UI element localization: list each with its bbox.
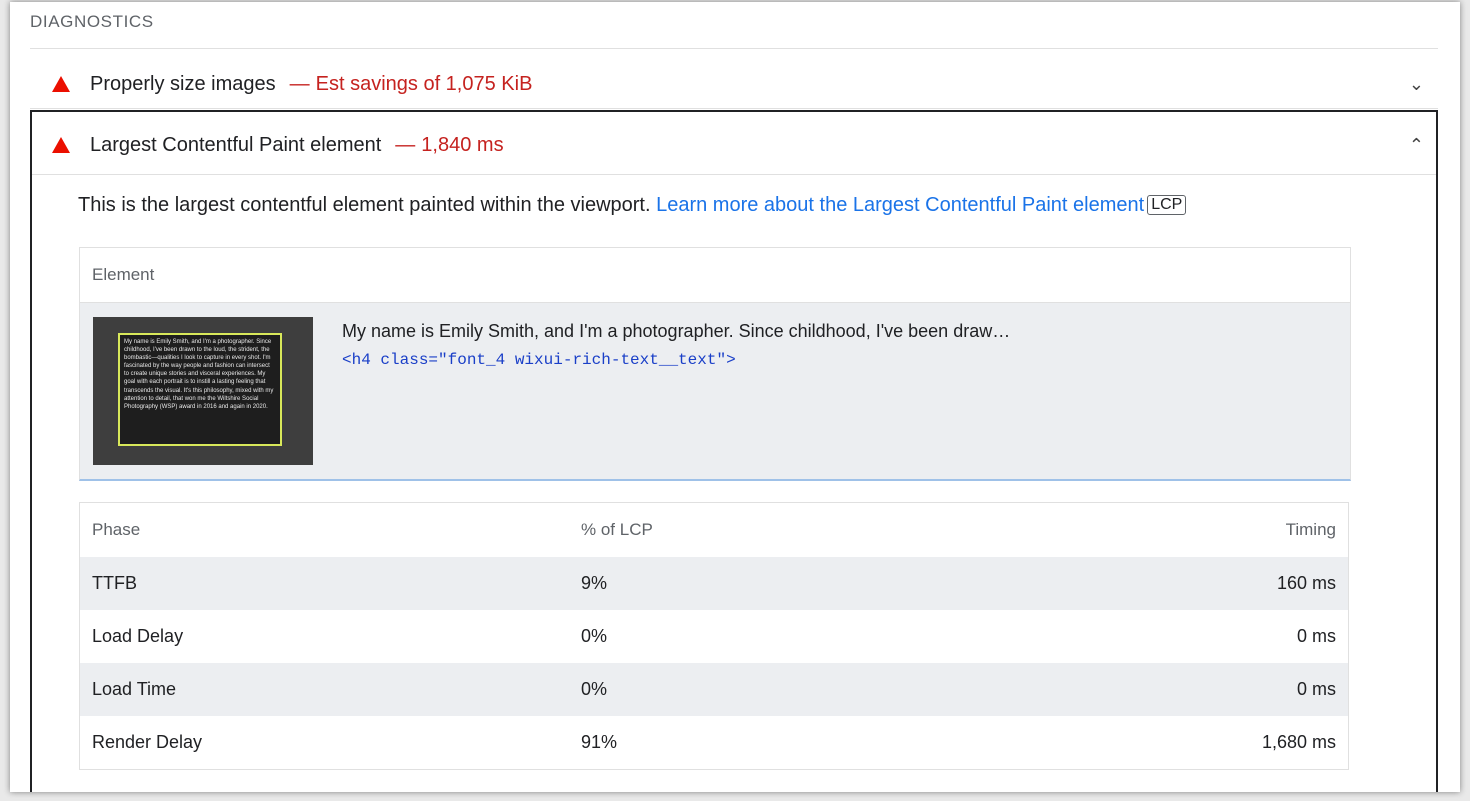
audit-separator: — [289,72,310,95]
chevron-up-icon[interactable]: ⌃ [1409,135,1424,156]
phase-cell: Load Delay [92,626,184,646]
element-table: Element My name is Emily Smith, and I'm … [79,247,1351,481]
audit-savings: Est savings of 1,075 KiB [315,72,533,95]
element-column-header: Element [80,248,1350,303]
thumbnail-highlight: My name is Emily Smith, and I'm a photog… [118,333,282,446]
divider [32,174,1436,175]
phase-cell: Render Delay [92,732,203,752]
table-row: Render Delay 91% 1,680 ms [80,716,1349,770]
table-row: TTFB 9% 160 ms [79,557,1349,610]
audit-title: Largest Contentful Paint element [90,133,382,156]
diagnostics-panel: DIAGNOSTICS Properly size images — Est s… [10,2,1460,792]
element-code[interactable]: <h4 class="font_4 wixui-rich-text__text"… [342,351,736,369]
phase-cell: Load Time [79,663,569,716]
phase-cell: TTFB [79,557,569,610]
timing-cell: 1,680 ms [1261,732,1336,752]
pct-cell: 0% [581,626,608,646]
chevron-down-icon[interactable]: ⌄ [1409,74,1424,95]
timing-cell: 0 ms [1093,663,1349,716]
timing-cell: 160 ms [1093,557,1349,610]
timing-column-header: Timing [1093,502,1349,557]
learn-more-link[interactable]: Learn more about the Largest Contentful … [656,194,1144,216]
audit-title: Properly size images [90,72,276,95]
audit-description: This is the largest contentful element p… [78,194,1187,217]
phase-header-row: Phase % of LCP Timing [79,502,1349,557]
divider [30,48,1438,49]
lcp-badge: LCP [1147,195,1187,215]
audit-properly-size-images[interactable]: Properly size images — Est savings of 1,… [30,60,1438,109]
warning-triangle-icon [52,137,70,153]
element-screenshot-thumbnail: My name is Emily Smith, and I'm a photog… [93,317,313,465]
audit-separator: — [395,133,416,156]
phase-table: Phase % of LCP Timing TTFB 9% 160 ms Loa… [79,502,1349,770]
element-row[interactable]: My name is Emily Smith, and I'm a photog… [80,303,1350,479]
section-header: DIAGNOSTICS [30,12,154,31]
table-row: Load Time 0% 0 ms [79,663,1349,716]
phase-column-header: Phase [79,502,569,557]
audit-timing: 1,840 ms [421,133,504,156]
audit-lcp-element[interactable]: Largest Contentful Paint element — 1,840… [30,120,1438,170]
pct-cell: 0% [569,663,1093,716]
table-row: Load Delay 0% 0 ms [80,610,1349,663]
pct-cell: 91% [581,732,618,752]
description-text: This is the largest contentful element p… [78,194,651,216]
pct-column-header: % of LCP [569,502,1093,557]
warning-triangle-icon [52,76,70,92]
element-snippet: My name is Emily Smith, and I'm a photog… [342,321,1011,341]
timing-cell: 0 ms [1296,626,1336,646]
pct-cell: 9% [569,557,1093,610]
